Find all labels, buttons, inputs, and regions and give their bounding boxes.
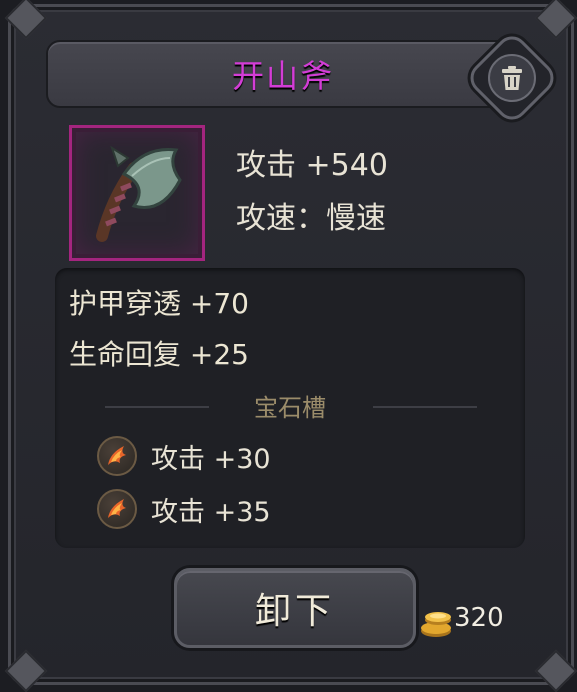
- gem-slot[interactable]: 攻击 +35: [97, 489, 271, 529]
- frame-corner: [4, 0, 48, 40]
- frame-corner: [534, 649, 577, 692]
- unequip-button[interactable]: 卸下: [174, 568, 416, 648]
- axe-icon: [96, 145, 182, 242]
- gem-slots-title: 宝石槽: [254, 394, 326, 422]
- attack-speed-stat: 攻速：慢速: [236, 201, 386, 236]
- gem-slots-header: 宝石槽: [55, 388, 525, 424]
- attack-stat: 攻击 +540: [236, 148, 388, 183]
- item-icon-slot[interactable]: [69, 125, 205, 261]
- gold-amount: 320: [454, 603, 504, 633]
- gold-coin-icon: [418, 604, 454, 638]
- item-name: 开山斧: [231, 57, 334, 95]
- fire-gem-icon: [97, 436, 137, 476]
- delete-button[interactable]: [483, 49, 541, 107]
- gem-bonus: 攻击 +35: [151, 496, 271, 528]
- health-regen-stat: 生命回复 +25: [69, 338, 249, 371]
- item-title-bar: 开山斧: [46, 40, 520, 108]
- armor-penetration-stat: 护甲穿透 +70: [69, 287, 249, 320]
- gem-slot[interactable]: 攻击 +30: [97, 436, 271, 476]
- frame-corner: [534, 0, 577, 40]
- fire-gem-icon: [97, 489, 137, 529]
- frame-corner: [4, 649, 48, 692]
- gem-bonus: 攻击 +30: [151, 443, 271, 475]
- trash-icon: [488, 54, 536, 102]
- stats-panel: 护甲穿透 +70 生命回复 +25 宝石槽 攻击 +30 攻击 +35: [55, 268, 525, 548]
